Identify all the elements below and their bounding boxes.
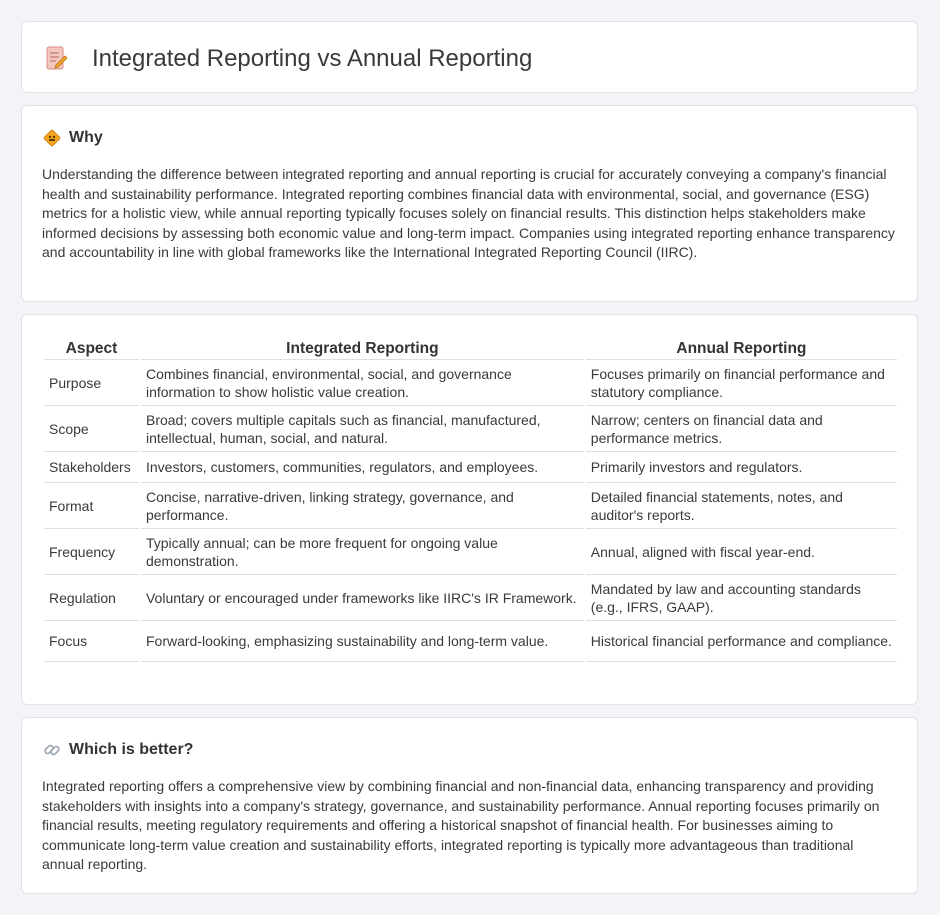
- column-header-integrated: Integrated Reporting: [140, 337, 584, 360]
- aspect-cell: Scope: [44, 408, 139, 452]
- integrated-cell: Forward-looking, emphasizing sustainabil…: [140, 623, 584, 662]
- comparison-table-card: Aspect Integrated Reporting Annual Repor…: [21, 314, 918, 705]
- annual-cell: Detailed financial statements, notes, an…: [585, 485, 897, 529]
- why-heading: Why: [43, 128, 103, 148]
- table-header-row: Aspect Integrated Reporting Annual Repor…: [44, 337, 897, 360]
- integrated-cell: Investors, customers, communities, regul…: [140, 454, 584, 483]
- column-header-annual: Annual Reporting: [585, 337, 897, 360]
- why-section: Why Understanding the difference between…: [21, 105, 918, 302]
- aspect-cell: Focus: [44, 623, 139, 662]
- annual-cell: Primarily investors and regulators.: [585, 454, 897, 483]
- comparison-table: Aspect Integrated Reporting Annual Repor…: [42, 335, 899, 664]
- annual-cell: Annual, aligned with fiscal year-end.: [585, 531, 897, 575]
- table-row: Stakeholders Investors, customers, commu…: [44, 454, 897, 483]
- integrated-cell: Concise, narrative-driven, linking strat…: [140, 485, 584, 529]
- aspect-cell: Format: [44, 485, 139, 529]
- table-row: Scope Broad; covers multiple capitals su…: [44, 408, 897, 452]
- caution-sign-icon: [43, 129, 61, 147]
- document-pencil-icon: [46, 46, 68, 70]
- table-row: Purpose Combines financial, environmenta…: [44, 362, 897, 406]
- table-row: Format Concise, narrative-driven, linkin…: [44, 485, 897, 529]
- table-row: Frequency Typically annual; can be more …: [44, 531, 897, 575]
- aspect-cell: Regulation: [44, 577, 139, 621]
- table-row: Focus Forward-looking, emphasizing susta…: [44, 623, 897, 662]
- better-title: Which is better?: [69, 741, 194, 758]
- annual-cell: Narrow; centers on financial data and pe…: [585, 408, 897, 452]
- link-icon: [44, 744, 60, 756]
- annual-cell: Historical financial performance and com…: [585, 623, 897, 662]
- better-text: Integrated reporting offers a comprehens…: [42, 778, 880, 873]
- table-row: Regulation Voluntary or encouraged under…: [44, 577, 897, 621]
- better-heading: Which is better?: [43, 740, 193, 760]
- which-is-better-section: Which is better? Integrated reporting of…: [21, 717, 918, 894]
- aspect-cell: Frequency: [44, 531, 139, 575]
- header-card: Integrated Reporting vs Annual Reporting: [21, 21, 918, 93]
- integrated-cell: Typically annual; can be more frequent f…: [140, 531, 584, 575]
- why-title: Why: [69, 129, 103, 146]
- annual-cell: Mandated by law and accounting standards…: [585, 577, 897, 621]
- integrated-cell: Combines financial, environmental, socia…: [140, 362, 584, 406]
- aspect-cell: Purpose: [44, 362, 139, 406]
- page-title: Integrated Reporting vs Annual Reporting: [92, 45, 533, 72]
- column-header-aspect: Aspect: [44, 337, 139, 360]
- annual-cell: Focuses primarily on financial performan…: [585, 362, 897, 406]
- aspect-cell: Stakeholders: [44, 454, 139, 483]
- integrated-cell: Voluntary or encouraged under frameworks…: [140, 577, 584, 621]
- why-text: Understanding the difference between int…: [42, 166, 895, 261]
- integrated-cell: Broad; covers multiple capitals such as …: [140, 408, 584, 452]
